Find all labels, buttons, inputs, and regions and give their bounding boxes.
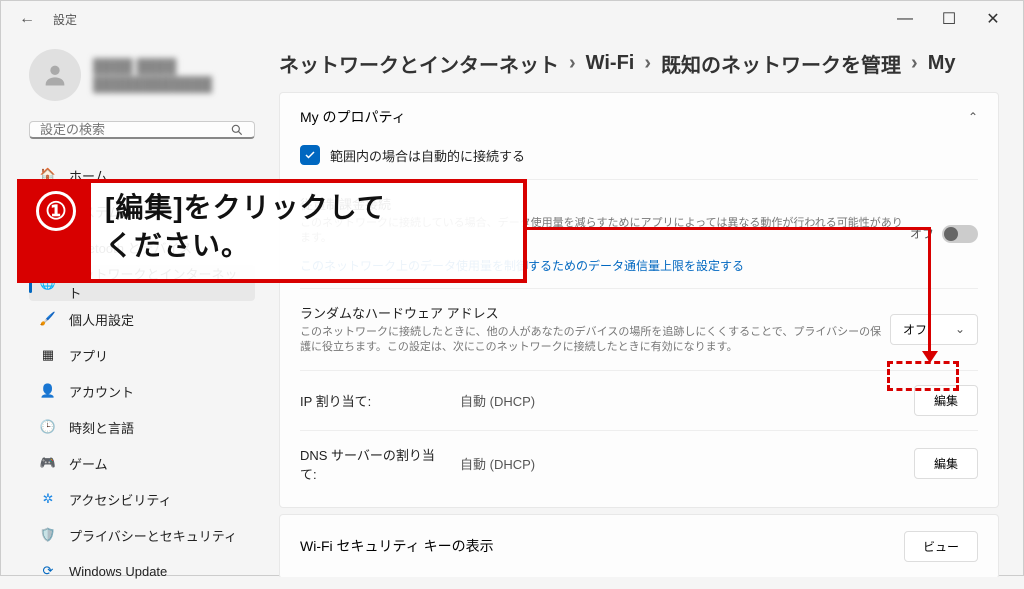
breadcrumb-sep: ›	[911, 52, 918, 75]
title-bar: ← 設定 — ☐ ✕	[1, 1, 1023, 37]
row-title: Wi-Fi セキュリティ キーの表示	[300, 536, 494, 556]
row-dns-assignment: DNS サーバーの割り当て: 自動 (DHCP) 編集	[300, 430, 978, 497]
search-icon	[230, 123, 244, 137]
update-icon: ⟳	[39, 562, 57, 580]
annotation-arrow	[928, 227, 931, 355]
checkbox-auto-connect[interactable]	[300, 145, 320, 165]
profile-sub: ████████████	[93, 75, 212, 93]
row-value: 自動 (DHCP)	[460, 391, 894, 410]
apps-icon: ▦	[39, 346, 57, 364]
properties-panel: My のプロパティ ⌃ 範囲内の場合は自動的に接続する 従量制課金接続 このネッ…	[279, 92, 999, 508]
sidebar-item-label: ゲーム	[69, 454, 108, 473]
sidebar-item-label: アカウント	[69, 382, 134, 401]
row-ip-assignment: IP 割り当て: 自動 (DHCP) 編集	[300, 370, 978, 430]
app-title: 設定	[53, 11, 77, 28]
annotation-line1: [編集]をクリックして	[105, 189, 509, 227]
back-button[interactable]: ←	[9, 1, 45, 37]
search-box[interactable]	[29, 121, 255, 139]
profile-name: ████ ████	[93, 57, 212, 75]
content-area: ネットワークとインターネット › Wi-Fi › 既知のネットワークを管理 › …	[271, 37, 1023, 577]
sidebar-item-label: Windows Update	[69, 564, 167, 579]
profile-block[interactable]: ████ ████ ████████████	[29, 49, 255, 101]
breadcrumb: ネットワークとインターネット › Wi-Fi › 既知のネットワークを管理 › …	[279, 49, 999, 78]
row-random-mac: ランダムなハードウェア アドレス このネットワークに接続したときに、他の人があな…	[300, 288, 978, 370]
sidebar-item-gaming[interactable]: 🎮 ゲーム	[29, 445, 255, 481]
breadcrumb-sep: ›	[644, 52, 651, 75]
sidebar-item-label: 個人用設定	[69, 310, 134, 329]
row-subtitle: このネットワークに接続したときに、他の人があなたのデバイスの場所を追跡しにくくす…	[300, 325, 890, 356]
chevron-up-icon: ⌃	[968, 110, 978, 124]
view-key-button[interactable]: ビュー	[904, 531, 978, 562]
breadcrumb-known-networks[interactable]: 既知のネットワークを管理	[661, 49, 901, 78]
annotation-line2: ください。	[105, 227, 509, 265]
sidebar-item-account[interactable]: 👤 アカウント	[29, 373, 255, 409]
row-security-key: Wi-Fi セキュリティ キーの表示 ビュー	[279, 514, 999, 577]
annotation-arrow	[527, 227, 931, 230]
panel-title: My のプロパティ	[300, 107, 406, 127]
sidebar-item-privacy[interactable]: 🛡️ プライバシーとセキュリティ	[29, 517, 255, 553]
panel-header[interactable]: My のプロパティ ⌃	[280, 93, 998, 141]
row-title: ランダムなハードウェア アドレス	[300, 303, 890, 322]
annotation-number: ①	[36, 191, 76, 231]
annotation-text: [編集]をクリックして ください。	[91, 183, 523, 279]
sidebar-item-windows-update[interactable]: ⟳ Windows Update	[29, 553, 255, 589]
row-label: IP 割り当て:	[300, 391, 440, 410]
shield-icon: 🛡️	[39, 526, 57, 544]
sidebar-item-personalization[interactable]: 🖌️ 個人用設定	[29, 301, 255, 337]
breadcrumb-wifi[interactable]: Wi-Fi	[586, 52, 635, 75]
sidebar-item-label: アクセシビリティ	[69, 490, 172, 509]
window-controls: — ☐ ✕	[883, 3, 1015, 35]
row-auto-connect: 範囲内の場合は自動的に接続する	[300, 145, 978, 179]
profile-text: ████ ████ ████████████	[93, 57, 212, 93]
annotation-target-highlight	[887, 361, 959, 391]
breadcrumb-sep: ›	[569, 52, 576, 75]
chevron-down-icon: ⌄	[955, 322, 965, 336]
row-value: 自動 (DHCP)	[460, 454, 894, 473]
brush-icon: 🖌️	[39, 310, 57, 328]
row-title: 範囲内の場合は自動的に接続する	[330, 146, 525, 165]
toggle-track	[942, 225, 978, 243]
game-icon: 🎮	[39, 454, 57, 472]
sidebar-item-accessibility[interactable]: ✲ アクセシビリティ	[29, 481, 255, 517]
row-label: DNS サーバーの割り当て:	[300, 445, 440, 483]
search-input[interactable]	[40, 122, 230, 137]
sidebar: ████ ████ ████████████ 🏠ホーム 💻システム ᛒBluet…	[1, 37, 271, 577]
sidebar-item-label: プライバシーとセキュリティ	[69, 526, 237, 545]
select-random-mac[interactable]: オフ ⌄	[890, 314, 978, 345]
account-icon: 👤	[39, 382, 57, 400]
select-value: オフ	[903, 321, 927, 338]
sidebar-item-apps[interactable]: ▦ アプリ	[29, 337, 255, 373]
time-icon: 🕒	[39, 418, 57, 436]
breadcrumb-network[interactable]: ネットワークとインターネット	[279, 49, 559, 78]
annotation-callout: ① [編集]をクリックして ください。	[17, 179, 527, 283]
sidebar-item-time-language[interactable]: 🕒 時刻と言語	[29, 409, 255, 445]
maximize-button[interactable]: ☐	[927, 3, 971, 35]
edit-dns-button[interactable]: 編集	[914, 448, 978, 479]
annotation-number-badge: ①	[21, 183, 91, 279]
accessibility-icon: ✲	[39, 490, 57, 508]
sidebar-item-label: 時刻と言語	[69, 418, 134, 437]
close-button[interactable]: ✕	[971, 3, 1015, 35]
avatar	[29, 49, 81, 101]
minimize-button[interactable]: —	[883, 3, 927, 35]
sidebar-item-label: アプリ	[69, 346, 108, 365]
breadcrumb-current: My	[928, 52, 956, 75]
